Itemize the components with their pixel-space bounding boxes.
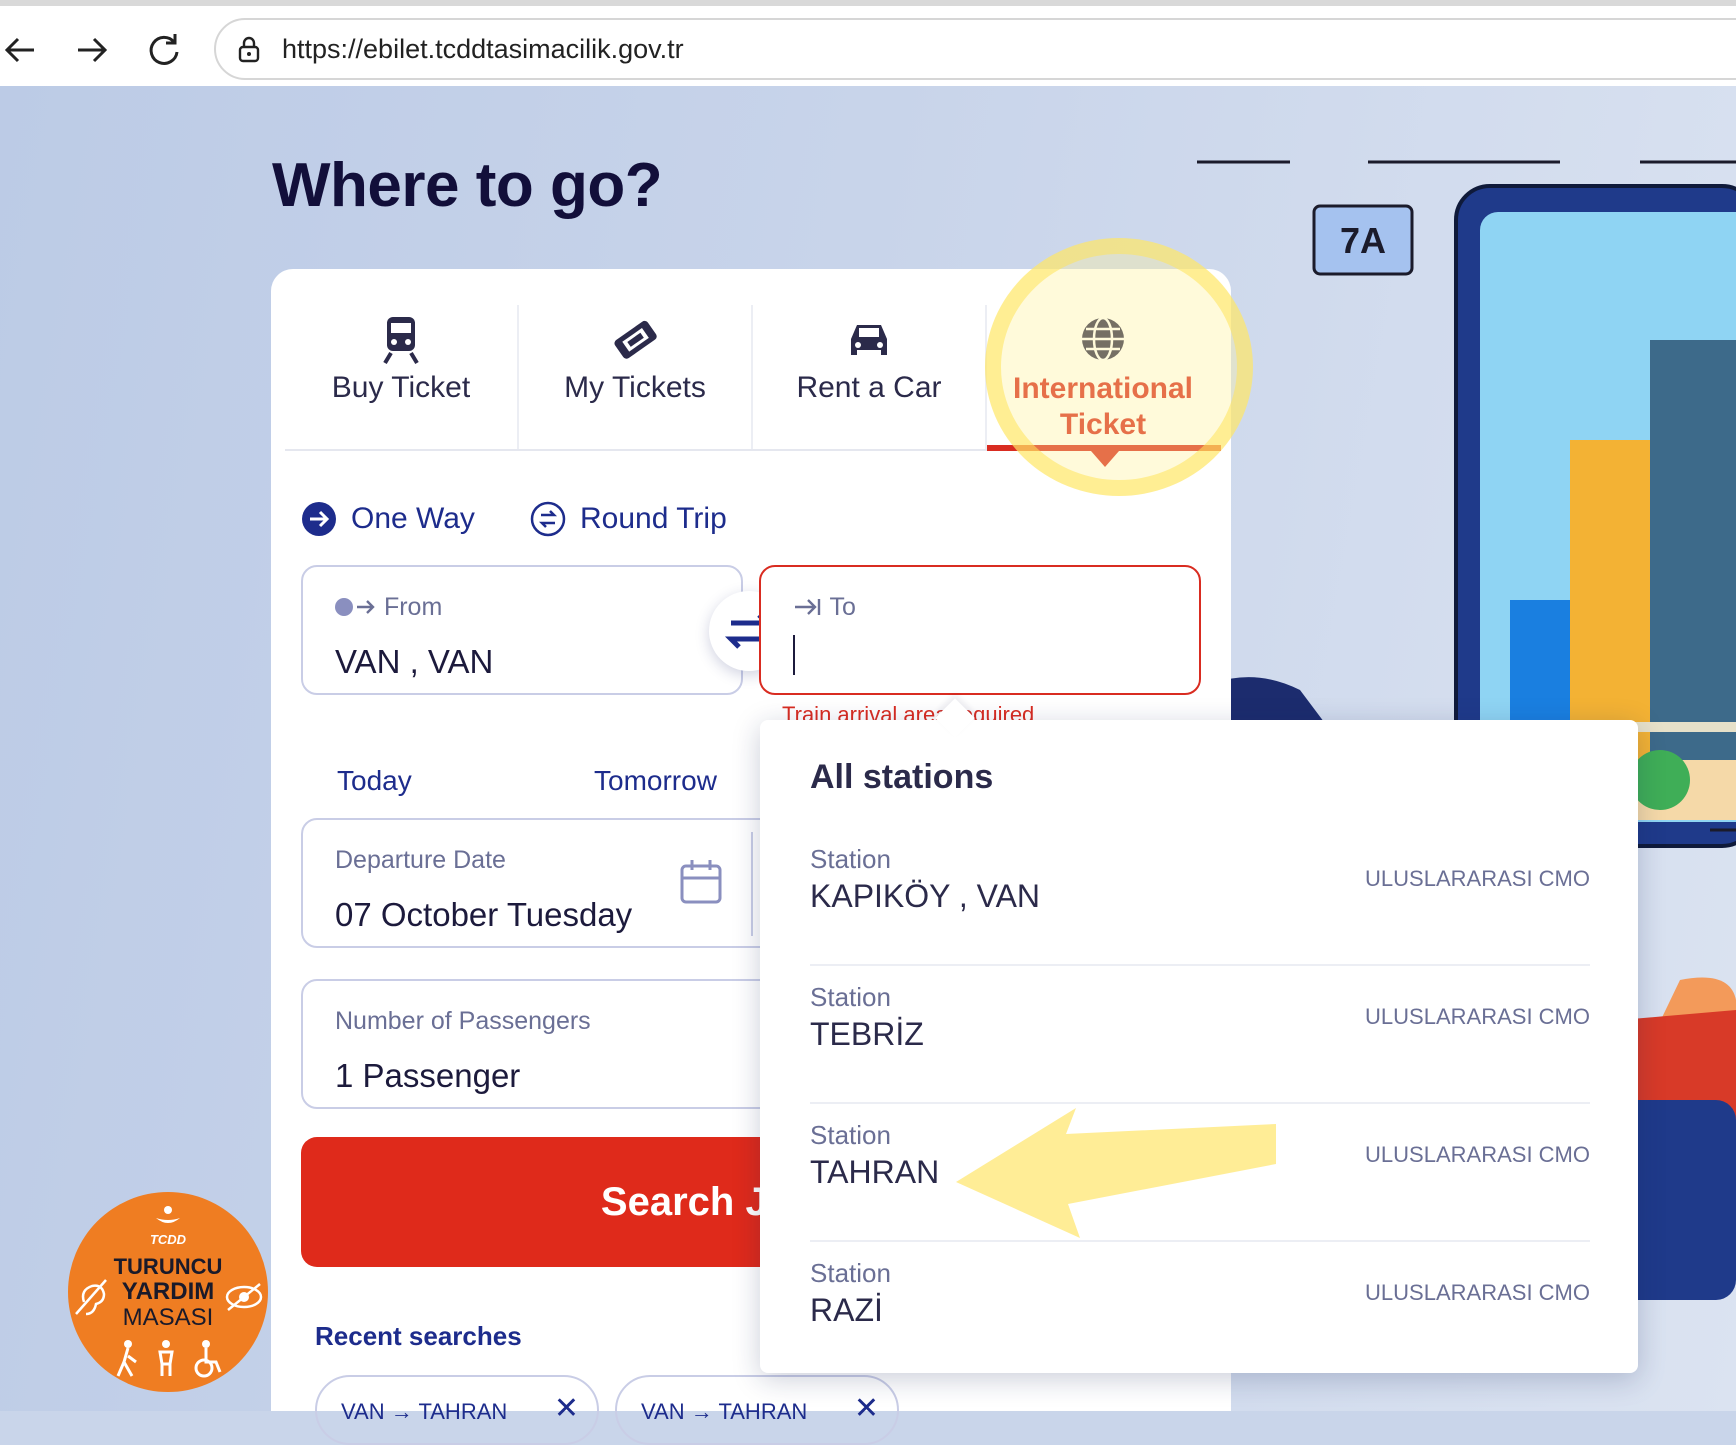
date-field-divider xyxy=(751,832,753,936)
origin-dot-icon xyxy=(335,598,375,616)
station-type-label: Station xyxy=(810,1120,891,1150)
tab-my-tickets[interactable]: My Tickets xyxy=(519,285,751,449)
station-option[interactable]: Station TEBRİZ ULUSLARARASI CMO xyxy=(810,964,1590,1104)
passengers-label: Number of Passengers xyxy=(335,1007,591,1035)
dropdown-title: All stations xyxy=(810,758,994,796)
badge-brand: TCDD xyxy=(149,1232,187,1247)
arrow-right-icon xyxy=(78,37,108,63)
station-name: RAZİ xyxy=(810,1292,883,1328)
station-category: ULUSLARARASI CMO xyxy=(1365,866,1590,891)
round-trip-icon xyxy=(530,501,566,537)
reload-icon xyxy=(149,34,179,65)
from-value: VAN , VAN xyxy=(335,643,494,680)
tab-rent-a-car[interactable]: Rent a Car xyxy=(753,285,985,449)
eye-icon xyxy=(225,1283,263,1311)
departure-label: Departure Date xyxy=(335,846,506,874)
accessibility-icons xyxy=(116,1340,222,1378)
station-category: ULUSLARARASI CMO xyxy=(1365,1004,1590,1029)
crescent-star-icon xyxy=(156,1206,180,1223)
round-trip-label: Round Trip xyxy=(580,502,727,535)
passengers-value: 1 Passenger xyxy=(335,1057,521,1094)
chip-from: VAN xyxy=(641,1399,685,1424)
chip-to: TAHRAN xyxy=(718,1399,808,1424)
chip-to: TAHRAN xyxy=(418,1399,508,1424)
tab-buy-ticket[interactable]: Buy Ticket xyxy=(285,285,517,449)
recent-search-chip[interactable]: VAN → TAHRAN ✕ xyxy=(315,1375,599,1445)
arrow-right-icon: → xyxy=(690,1399,719,1424)
arrow-right-circle-icon xyxy=(302,502,336,536)
departure-value: 07 October Tuesday xyxy=(335,896,633,933)
arrow-annotation xyxy=(956,1108,1276,1238)
arrow-right-icon: → xyxy=(390,1399,419,1424)
train-icon xyxy=(383,317,419,365)
station-option[interactable]: Station RAZİ ULUSLARARASI CMO xyxy=(810,1240,1590,1378)
today-button[interactable]: Today xyxy=(337,765,412,797)
car-icon xyxy=(851,325,887,355)
station-name: TAHRAN xyxy=(810,1154,940,1190)
browser-toolbar: https://ebilet.tcddtasimacilik.gov.tr xyxy=(0,0,1736,86)
chip-from: VAN xyxy=(341,1399,385,1424)
recent-searches-title: Recent searches xyxy=(315,1321,522,1351)
station-type-label: Station xyxy=(810,982,891,1012)
close-icon[interactable]: ✕ xyxy=(854,1391,879,1426)
station-type-label: Station xyxy=(810,1258,891,1288)
to-label: To xyxy=(793,593,856,622)
recent-search-chip[interactable]: VAN → TAHRAN ✕ xyxy=(615,1375,899,1445)
url-text: https://ebilet.tcddtasimacilik.gov.tr xyxy=(282,34,684,64)
to-input[interactable] xyxy=(793,635,795,675)
arrow-left-icon xyxy=(4,37,34,63)
to-field[interactable]: To xyxy=(759,565,1201,695)
one-way-radio[interactable]: One Way xyxy=(301,501,475,537)
seat-label: 7A xyxy=(1340,220,1386,261)
station-category: ULUSLARARASI CMO xyxy=(1365,1280,1590,1305)
help-desk-badge[interactable]: TCDD TURUNCU YARDIM MASASI xyxy=(68,1192,268,1392)
arrow-to-line-icon xyxy=(795,599,821,615)
station-dropdown: All stations Station KAPIKÖY , VAN ULUSL… xyxy=(760,698,1638,1373)
one-way-label: One Way xyxy=(351,502,475,535)
station-category: ULUSLARARASI CMO xyxy=(1365,1142,1590,1167)
highlight-annotation xyxy=(985,238,1253,496)
page-title: Where to go? xyxy=(272,151,663,220)
forward-button[interactable] xyxy=(70,28,114,72)
from-label: From xyxy=(335,593,442,622)
hearing-icon xyxy=(75,1279,107,1316)
close-icon[interactable]: ✕ xyxy=(554,1391,579,1426)
address-bar[interactable]: https://ebilet.tcddtasimacilik.gov.tr xyxy=(214,18,1736,80)
round-trip-radio[interactable]: Round Trip xyxy=(530,501,727,537)
back-button[interactable] xyxy=(0,28,44,72)
ticket-icon xyxy=(614,320,657,359)
from-field[interactable]: From VAN , VAN xyxy=(301,565,743,695)
station-name: KAPIKÖY , VAN xyxy=(810,878,1041,914)
tab-label: Rent a Car xyxy=(796,371,942,404)
lock-icon xyxy=(238,36,260,63)
tomorrow-button[interactable]: Tomorrow xyxy=(594,765,717,797)
station-type-label: Station xyxy=(810,844,891,874)
tab-label: My Tickets xyxy=(564,371,706,404)
tab-label: Buy Ticket xyxy=(331,371,471,404)
badge-line-1: TURUNCU xyxy=(113,1254,223,1279)
reload-button[interactable] xyxy=(142,28,186,72)
station-option[interactable]: Station KAPIKÖY , VAN ULUSLARARASI CMO xyxy=(810,826,1590,966)
station-name: TEBRİZ xyxy=(810,1016,924,1052)
calendar-icon xyxy=(680,860,722,904)
